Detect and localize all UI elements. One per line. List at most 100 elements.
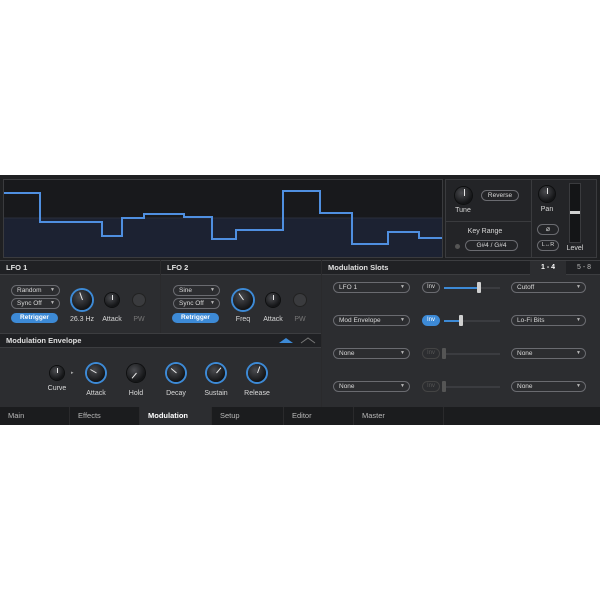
reverse-button[interactable]: Reverse — [481, 190, 519, 201]
lfo1-pw-label: PW — [133, 316, 145, 323]
lfo2-attack-label: Attack — [263, 316, 283, 323]
pan-level-box: Pan ⌀ L↔R Level — [531, 179, 597, 258]
lfo2-freq-knob[interactable] — [233, 290, 253, 310]
key-range-field[interactable]: G#4 / G#4 — [465, 240, 518, 251]
level-label: Level — [566, 245, 584, 252]
phase-icon: ⌀ — [545, 226, 551, 233]
tune-knob[interactable] — [455, 187, 472, 204]
chevron-down-icon: ▼ — [576, 383, 581, 389]
mod-envelope-title: Modulation Envelope — [6, 336, 82, 345]
lfo1-rate-knob[interactable] — [72, 290, 92, 310]
pan-knob[interactable] — [539, 186, 555, 202]
lfo-waveform-graph — [4, 180, 442, 257]
mod-target-value: None — [517, 350, 533, 357]
tab-setup[interactable]: Setup — [212, 407, 284, 425]
tab-master[interactable]: Master — [354, 407, 444, 425]
mod-invert-button[interactable]: Inv — [422, 282, 440, 293]
lfo2-pw-knob[interactable] — [294, 294, 306, 306]
lfo1-rate-value: 26.3 Hz — [69, 316, 95, 323]
envelope-shape-alt-icon[interactable] — [300, 337, 316, 344]
mod-envelope-panel: Modulation Envelope Curve ▸ Attack Hold … — [0, 333, 321, 408]
mod-target-dropdown[interactable]: None ▼ — [511, 381, 586, 392]
env-release-label: Release — [244, 390, 270, 397]
mod-amount-thumb[interactable] — [442, 348, 446, 359]
chevron-down-icon: ▼ — [400, 350, 405, 356]
mod-source-dropdown[interactable]: Mod Envelope ▼ — [333, 315, 410, 326]
lr-swap-button[interactable]: L↔R — [537, 240, 559, 251]
lfo2-panel: LFO 2 Sine ▼ Sync Off ▼ Retrigger Freq Att… — [161, 260, 321, 334]
level-fader-handle[interactable] — [570, 211, 580, 214]
lfo2-wave-value: Sine — [179, 287, 193, 294]
tab-main[interactable]: Main — [0, 407, 70, 425]
lfo2-sync-value: Sync Off — [179, 300, 204, 307]
chevron-down-icon: ▼ — [576, 317, 581, 323]
key-range-led[interactable] — [455, 244, 460, 249]
mod-source-dropdown[interactable]: LFO 1 ▼ — [333, 282, 410, 293]
env-hold-knob[interactable] — [127, 364, 145, 382]
mod-invert-button[interactable]: Inv — [422, 315, 440, 326]
key-range-label: Key Range — [467, 228, 503, 235]
tab-modulation[interactable]: Modulation — [140, 407, 212, 425]
chevron-down-icon: ▼ — [210, 287, 215, 293]
chevron-down-icon: ▼ — [576, 350, 581, 356]
curve-arrow-icon: ▸ — [71, 370, 74, 376]
mod-amount-slider[interactable] — [444, 386, 500, 388]
lfo1-sync-value: Sync Off — [17, 300, 42, 307]
env-sustain-knob[interactable] — [207, 364, 225, 382]
mod-target-value: Lo-Fi Bits — [517, 317, 545, 324]
tab-effects[interactable]: Effects — [70, 407, 140, 425]
lfo2-attack-knob[interactable] — [266, 293, 280, 307]
phase-invert-button[interactable]: ⌀ — [537, 224, 559, 235]
lfo1-wave-dropdown[interactable]: Random ▼ — [11, 285, 60, 296]
lfo1-attack-knob[interactable] — [105, 293, 119, 307]
pan-label: Pan — [540, 206, 554, 213]
env-attack-knob[interactable] — [87, 364, 105, 382]
level-fader-track[interactable] — [569, 183, 581, 243]
curve-knob[interactable] — [50, 366, 64, 380]
chevron-down-icon: ▼ — [576, 284, 581, 290]
mod-source-dropdown[interactable]: None ▼ — [333, 381, 410, 392]
env-decay-knob[interactable] — [167, 364, 185, 382]
mod-amount-thumb[interactable] — [442, 381, 446, 392]
env-decay-label: Decay — [166, 390, 186, 397]
mod-amount-thumb[interactable] — [477, 282, 481, 293]
chevron-down-icon: ▼ — [210, 300, 215, 306]
lfo1-retrigger-button[interactable]: Retrigger — [11, 313, 58, 323]
tune-label: Tune — [455, 207, 471, 214]
mod-target-dropdown[interactable]: Cutoff ▼ — [511, 282, 586, 293]
tab-editor[interactable]: Editor — [284, 407, 354, 425]
lfo2-sync-dropdown[interactable]: Sync Off ▼ — [173, 298, 220, 309]
sampler-plugin: Tune Reverse Key Range G#4 / G#4 Pan ⌀ L… — [0, 175, 600, 425]
env-release-knob[interactable] — [248, 364, 266, 382]
lfo1-sync-dropdown[interactable]: Sync Off ▼ — [11, 298, 60, 309]
chevron-down-icon: ▼ — [400, 284, 405, 290]
mod-amount-thumb[interactable] — [459, 315, 463, 326]
chevron-down-icon: ▼ — [400, 383, 405, 389]
waveform-display — [3, 179, 443, 258]
divider — [446, 221, 531, 222]
lfo1-wave-value: Random — [17, 287, 42, 294]
mod-target-dropdown[interactable]: Lo-Fi Bits ▼ — [511, 315, 586, 326]
chevron-down-icon: ▼ — [50, 300, 55, 306]
lfo1-title: LFO 1 — [6, 263, 28, 272]
slots-page-1-4-tab[interactable]: 1 - 4 — [530, 261, 566, 275]
chevron-down-icon: ▼ — [400, 317, 405, 323]
mod-target-value: None — [517, 383, 533, 390]
slots-page-5-8-tab[interactable]: 5 - 8 — [568, 261, 600, 275]
mod-slots-title: Modulation Slots — [328, 263, 389, 272]
lfo2-title: LFO 2 — [167, 263, 189, 272]
lfo1-pw-knob[interactable] — [133, 294, 145, 306]
mod-source-dropdown[interactable]: None ▼ — [333, 348, 410, 359]
mod-amount-fill — [444, 287, 479, 289]
mod-amount-slider[interactable] — [444, 353, 500, 355]
envelope-shape-icon[interactable] — [278, 337, 294, 344]
lfo1-attack-label: Attack — [102, 316, 122, 323]
lfo2-wave-dropdown[interactable]: Sine ▼ — [173, 285, 220, 296]
mod-target-dropdown[interactable]: None ▼ — [511, 348, 586, 359]
mod-invert-button[interactable]: Inv — [422, 381, 440, 392]
mod-invert-button[interactable]: Inv — [422, 348, 440, 359]
env-hold-label: Hold — [128, 390, 144, 397]
lfo2-retrigger-button[interactable]: Retrigger — [172, 313, 219, 323]
mod-source-value: None — [339, 383, 355, 390]
main-tab-bar: Main Effects Modulation Setup Editor Mas… — [0, 407, 600, 425]
